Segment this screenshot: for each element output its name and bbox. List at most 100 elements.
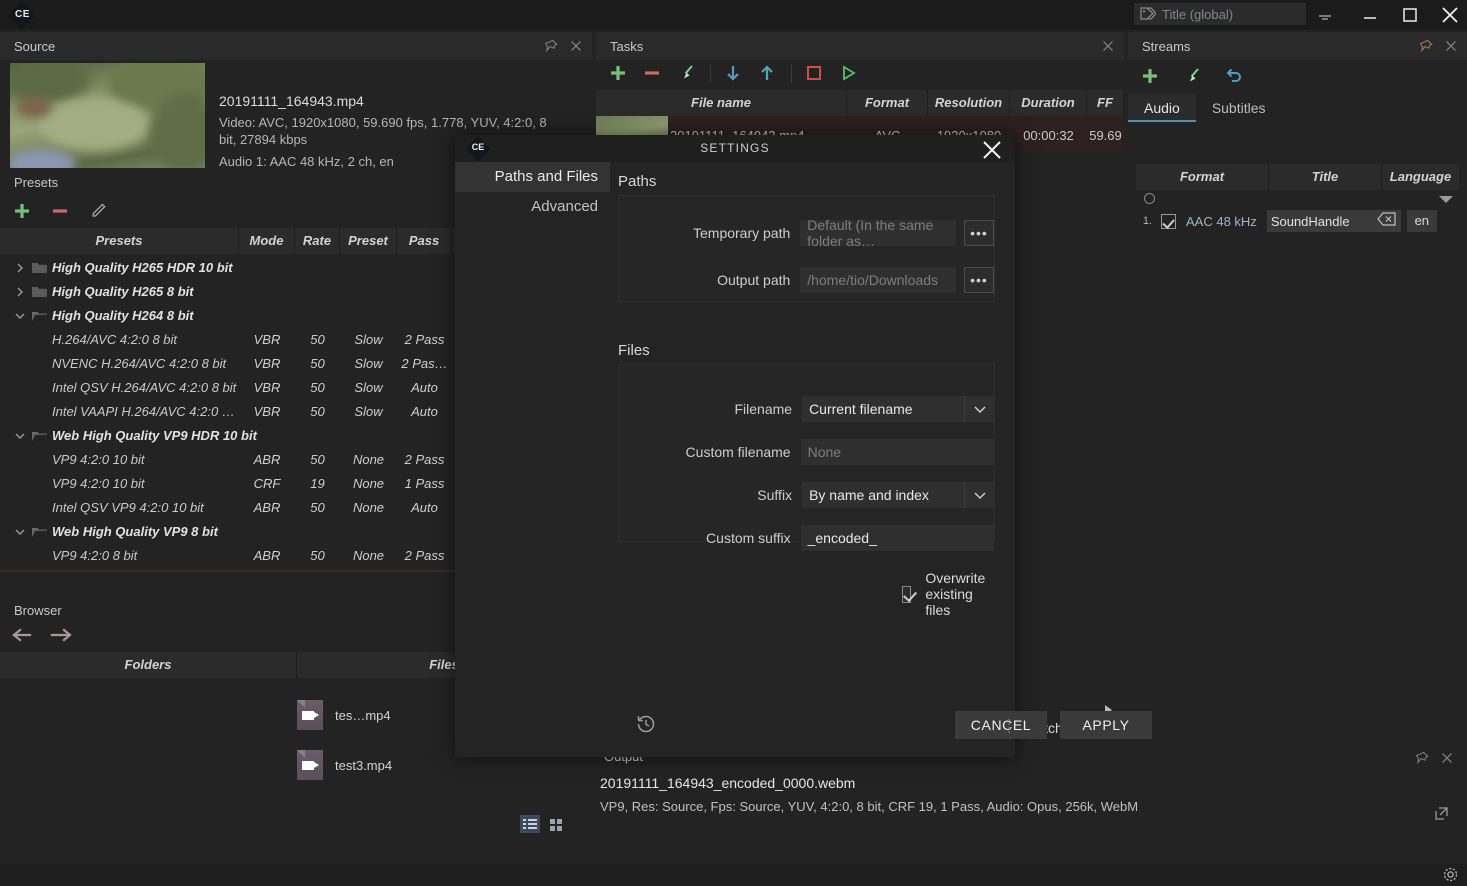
external-link-icon[interactable] [1433,806,1449,822]
pencil-icon[interactable] [88,201,110,223]
preset-preset: Slow [354,380,383,395]
chevron-down-icon[interactable] [14,424,26,448]
close-icon[interactable] [1445,39,1459,53]
chevron-down-icon [964,482,994,508]
chevron-down-icon[interactable] [14,520,26,544]
history-revert-icon[interactable] [635,713,657,735]
close-icon[interactable] [1102,39,1116,53]
gear-icon[interactable] [1442,866,1459,883]
radio-icon[interactable] [1144,193,1155,204]
chevron-down-icon [964,396,994,422]
undo-icon[interactable] [1224,66,1246,88]
suffix-select[interactable]: By name and index [802,482,994,508]
plus-icon[interactable] [12,201,34,223]
temporary-path-browse-button[interactable]: ••• [963,220,994,246]
streams-filter-row [1136,190,1459,208]
preset-rate: 19 [310,476,325,491]
global-title-dropdown[interactable] [1316,10,1334,20]
output-panel: Output 20191111_164943_encoded_0000.webm… [596,744,1467,856]
close-icon[interactable] [979,138,1007,164]
presets-col-rate[interactable]: Rate [295,228,340,254]
minus-icon[interactable] [642,63,664,85]
streams-column-headers: Format Title Language [1136,164,1459,190]
output-path-input[interactable]: /home/tio/Downloads [800,267,956,293]
chevron-right-icon[interactable] [14,256,26,280]
filename-select[interactable]: Current filename [802,396,994,422]
tab-audio[interactable]: Audio [1128,94,1196,122]
nav-item-advanced[interactable]: Advanced [455,192,610,222]
resize-grip[interactable] [1008,717,1012,735]
preset-name: VP9 4:2:0 10 bit [52,476,145,491]
global-title-field[interactable]: Title (global) [1134,3,1306,25]
streams-col-title[interactable]: Title [1269,164,1382,190]
presets-col-preset[interactable]: Preset [340,228,397,254]
tab-subtitles[interactable]: Subtitles [1196,94,1282,122]
pin-icon[interactable] [1415,751,1429,765]
suffix-value: By name and index [809,487,929,503]
stream-title-input[interactable]: SoundHandle [1266,210,1401,232]
tasks-col-fps[interactable]: FF [1087,90,1124,116]
chevron-down-icon[interactable] [14,304,26,328]
preset-rate: 50 [310,380,325,395]
custom-filename-input[interactable]: None [800,439,994,465]
table-row[interactable]: 1. AAC 48 kHz SoundHandle en [1136,208,1459,234]
preset-pass: Auto [411,380,438,395]
overwrite-checkbox[interactable] [902,585,912,603]
presets-col-mode[interactable]: Mode [239,228,295,254]
broom-icon[interactable] [676,63,698,85]
play-icon[interactable] [838,63,860,85]
overwrite-existing-files-row[interactable]: Overwrite existing files [902,570,994,618]
arrow-left-icon[interactable] [12,627,34,649]
nav-item-paths-and-files[interactable]: Paths and Files [455,162,610,192]
pin-icon[interactable] [544,39,558,53]
arrow-up-icon[interactable] [757,63,779,85]
preset-group-name: Web High Quality VP9 HDR 10 bit [52,428,257,443]
maximize-button[interactable] [1388,0,1432,30]
tasks-col-filename[interactable]: File name [596,90,847,116]
close-icon[interactable] [570,39,584,53]
close-icon[interactable] [1441,751,1455,765]
minus-icon[interactable] [50,201,72,223]
list-item[interactable]: test3.mp4 [297,744,392,786]
tasks-col-format[interactable]: Format [847,90,928,116]
stream-language[interactable]: en [1406,210,1437,232]
grid-view-icon[interactable] [546,815,566,833]
pin-icon[interactable] [1419,39,1433,53]
backspace-icon[interactable] [1377,211,1397,231]
plus-icon[interactable] [608,63,630,85]
presets-col-presets[interactable]: Presets [0,228,239,254]
list-item[interactable]: tes…mp4 [297,694,391,736]
overwrite-label: Overwrite existing files [925,570,986,618]
minimize-button[interactable] [1348,0,1392,30]
temporary-path-input[interactable]: Default (In the same folder as… [800,217,956,249]
output-path-browse-button[interactable]: ••• [963,267,994,293]
tasks-col-resolution[interactable]: Resolution [928,90,1010,116]
files-group: Filename Current filename Custom filenam… [618,364,995,618]
arrow-down-icon[interactable] [723,63,745,85]
video-file-icon [297,700,323,730]
tasks-col-duration[interactable]: Duration [1010,90,1087,116]
browser-col-folders[interactable]: Folders [0,652,297,678]
list-view-icon[interactable] [520,815,540,833]
preset-pass: 1 Pass [404,476,445,491]
streams-col-format[interactable]: Format [1136,164,1269,190]
broom-icon[interactable] [1182,66,1204,88]
settings-dialog-titlebar: CE SETTINGS [455,135,1015,162]
tasks-column-headers: File name Format Resolution Duration FF [596,90,1124,116]
custom-suffix-input[interactable]: _encoded_ [800,525,994,551]
apply-button[interactable]: APPLY [1060,711,1152,739]
chevron-right-icon[interactable] [14,280,26,304]
stop-icon[interactable] [804,63,826,85]
triangle-down-icon[interactable] [1439,196,1453,203]
output-description: VP9, Res: Source, Fps: Source, YUV, 4:2:… [600,799,1139,814]
close-window-button[interactable] [1428,0,1467,30]
presets-col-pass[interactable]: Pass [397,228,452,254]
plus-icon[interactable] [1140,66,1162,88]
stream-enabled-checkbox[interactable] [1161,213,1176,229]
arrow-right-icon[interactable] [50,627,72,649]
cancel-button[interactable]: CANCEL [955,711,1047,739]
streams-panel-title: Streams [1142,38,1191,54]
streams-col-language[interactable]: Language [1382,164,1459,190]
output-file-name: 20191111_164943_encoded_0000.webm [600,775,856,791]
app-logo-label: CE [15,9,30,20]
